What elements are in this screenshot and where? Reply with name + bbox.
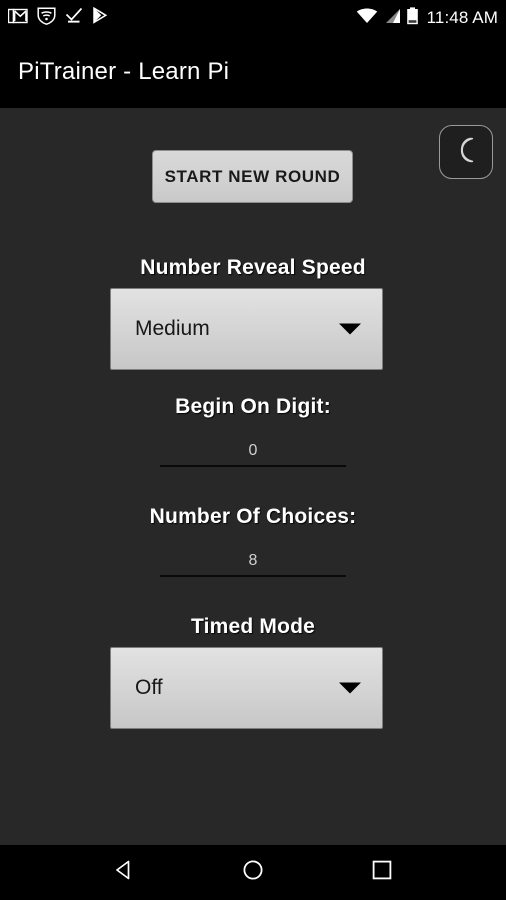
night-mode-toggle-button[interactable]	[439, 125, 493, 179]
home-circle-icon	[241, 858, 265, 887]
begin-digit-underline	[160, 465, 346, 467]
home-button[interactable]	[229, 849, 277, 897]
num-choices-label: Number Of Choices:	[149, 505, 357, 528]
chevron-down-icon	[339, 323, 361, 335]
wifi-icon	[356, 7, 378, 29]
settings-panel: START NEW ROUND Number Reveal Speed Medi…	[0, 108, 506, 845]
reveal-speed-value: Medium	[135, 317, 210, 340]
gmail-icon	[7, 8, 28, 29]
start-new-round-button[interactable]: START NEW ROUND	[152, 150, 353, 203]
play-store-icon	[92, 6, 109, 29]
chevron-down-icon	[339, 682, 361, 694]
recents-button[interactable]	[358, 849, 406, 897]
status-bar-system-icons: 11:48 AM	[356, 6, 498, 30]
app-title: PiTrainer - Learn Pi	[18, 58, 230, 85]
action-bar: PiTrainer - Learn Pi	[0, 36, 506, 108]
timed-mode-value: Off	[135, 676, 163, 699]
status-bar-clock: 11:48 AM	[426, 8, 498, 27]
cell-signal-icon	[383, 8, 401, 29]
reveal-speed-label: Number Reveal Speed	[140, 256, 366, 279]
crescent-moon-icon	[453, 136, 479, 169]
num-choices-underline	[160, 575, 346, 577]
status-bar: 11:48 AM	[0, 0, 506, 36]
status-bar-notification-icons	[7, 6, 109, 30]
phone-screen: 11:48 AM PiTrainer - Learn Pi START NEW …	[0, 0, 506, 900]
back-button[interactable]	[100, 849, 148, 897]
begin-digit-input[interactable]: 0	[160, 438, 346, 474]
num-choices-value: 8	[248, 552, 258, 569]
begin-digit-value: 0	[248, 442, 258, 459]
timed-mode-label: Timed Mode	[190, 615, 316, 638]
reveal-speed-spinner[interactable]: Medium	[110, 288, 383, 370]
recents-square-icon	[370, 858, 394, 887]
android-navigation-bar	[0, 845, 506, 900]
battery-icon	[406, 6, 419, 30]
checkmark-icon	[65, 7, 83, 29]
begin-digit-label: Begin On Digit:	[175, 395, 331, 418]
num-choices-input[interactable]: 8	[160, 548, 346, 584]
wifi-shield-icon	[37, 6, 56, 30]
timed-mode-spinner[interactable]: Off	[110, 647, 383, 729]
back-triangle-icon	[112, 858, 136, 887]
